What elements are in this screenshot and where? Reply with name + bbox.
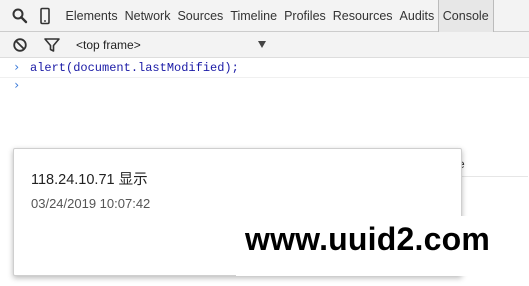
divider xyxy=(458,176,528,177)
filter-icon[interactable] xyxy=(43,36,61,54)
tab-sources[interactable]: Sources xyxy=(174,0,227,32)
alert-title: 118.24.10.71 显示 xyxy=(31,172,148,188)
watermark-text: www.uuid2.com xyxy=(245,221,490,257)
console-command[interactable]: alert(document.lastModified); xyxy=(30,61,239,75)
search-icon[interactable] xyxy=(11,7,29,25)
alert-message: 03/24/2019 10:07:42 xyxy=(31,196,151,211)
tab-resources[interactable]: Resources xyxy=(329,0,396,32)
tab-elements[interactable]: Elements xyxy=(62,0,121,32)
prompt-icon: › xyxy=(13,60,21,74)
console-toolbar: <top frame> xyxy=(0,32,529,58)
frame-select[interactable]: <top frame> xyxy=(76,32,141,58)
tab-profiles[interactable]: Profiles xyxy=(281,0,330,32)
devtools-tabbar: Elements Network Sources Timeline Profil… xyxy=(0,0,529,32)
clear-console-icon[interactable] xyxy=(11,36,29,54)
tab-audits[interactable]: Audits xyxy=(396,0,438,32)
tab-network[interactable]: Network xyxy=(121,0,174,32)
watermark: www.uuid2.com xyxy=(236,216,529,276)
prompt-icon: › xyxy=(13,78,21,92)
mobile-device-icon[interactable] xyxy=(36,7,54,25)
tab-timeline[interactable]: Timeline xyxy=(227,0,281,32)
tab-console[interactable]: Console xyxy=(437,0,494,32)
chevron-down-icon[interactable] xyxy=(258,41,266,48)
console-input-line: › alert(document.lastModified); xyxy=(0,59,529,78)
panel-tabs: Elements Network Sources Timeline Profil… xyxy=(62,0,494,32)
console-prompt-line[interactable]: › xyxy=(0,77,529,95)
